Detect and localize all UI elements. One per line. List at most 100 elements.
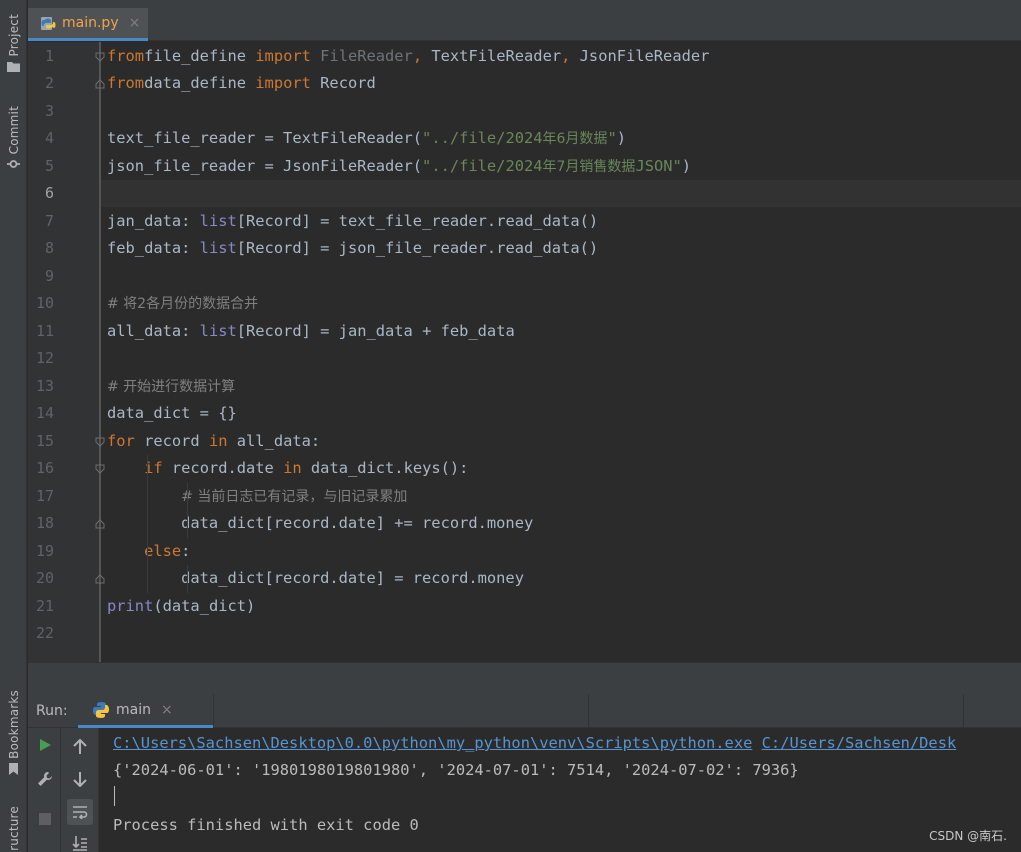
- code-token: JSON": [635, 156, 682, 175]
- code-token: in: [283, 459, 311, 477]
- structure-tool-label: ructure: [6, 806, 21, 851]
- line-number: 21: [35, 596, 54, 615]
- code-line[interactable]: for record in all_data:: [107, 428, 1021, 456]
- line-number: 2: [44, 74, 54, 92]
- code-token: jan_data:: [107, 211, 200, 230]
- code-token: FileReader: [320, 46, 413, 65]
- code-line[interactable]: data_dict = {}: [107, 400, 1021, 428]
- indent-guide: [147, 455, 148, 593]
- line-number: 5: [44, 156, 54, 175]
- python-file-icon: [41, 17, 56, 30]
- python-icon: [93, 701, 109, 718]
- code-token: feb_data:: [107, 239, 200, 257]
- close-icon[interactable]: ×: [161, 702, 173, 718]
- code-line[interactable]: data_dict[record.date] = record.money: [107, 565, 1021, 593]
- run-console[interactable]: C:\Users\Sachsen\Desktop\0.0\python\my_p…: [100, 728, 1021, 852]
- code-token: data_dict[record.date] = record.money: [107, 569, 524, 587]
- project-tool-tab[interactable]: Project: [0, 14, 27, 73]
- code-editor[interactable]: 1 2 3 4 5 6 7 8 9 10 11 12 13 14 15 16 17 18 19 20 21 22 from…: [28, 42, 1021, 662]
- code-token: list: [199, 211, 237, 230]
- arrow-up-icon: [73, 739, 87, 754]
- scroll-to-end-icon: [72, 836, 87, 851]
- code-line[interactable]: text_file_reader = TextFileReader("../fi…: [107, 125, 1021, 154]
- code-token: :: [181, 541, 191, 560]
- fold-marker-icon[interactable]: [95, 52, 105, 62]
- line-number: 18: [35, 514, 54, 532]
- code-token: (data_dict): [153, 596, 256, 615]
- code-line[interactable]: json_file_reader = JsonFileReader("../fi…: [107, 153, 1021, 182]
- folder-icon: [7, 62, 20, 73]
- commit-tool-tab[interactable]: Commit: [0, 106, 27, 170]
- code-line[interactable]: feb_data: list[Record] = json_file_reade…: [107, 235, 1021, 263]
- fold-column: [100, 42, 101, 662]
- code-line[interactable]: data_dict[record.date] += record.money: [107, 510, 1021, 538]
- stop-button[interactable]: [32, 806, 58, 832]
- run-tab-main[interactable]: main ×: [78, 694, 213, 728]
- code-token: # 当前日志已有记录，与旧记录累加: [181, 488, 408, 505]
- code-token: JsonFileReader: [579, 46, 710, 65]
- soft-wrap-icon: [73, 806, 88, 819]
- rerun-button[interactable]: [32, 732, 58, 758]
- line-number: 17: [35, 486, 54, 505]
- line-number: 20: [35, 569, 54, 587]
- header-divider: [963, 694, 964, 728]
- line-number: 13: [35, 376, 54, 395]
- scroll-to-end-toggle[interactable]: [67, 830, 93, 852]
- bookmarks-tool-tab[interactable]: Bookmarks: [0, 690, 27, 775]
- editor-tab-bar: main.py ×: [28, 0, 1021, 41]
- run-panel-header: Run: main ×: [28, 694, 1021, 728]
- code-line[interactable]: all_data: list[Record] = jan_data + feb_…: [107, 318, 1021, 346]
- commit-icon: [7, 160, 20, 169]
- console-exit-line: Process finished with exit code 0: [113, 816, 419, 834]
- scroll-down-button[interactable]: [67, 766, 93, 792]
- line-number: 15: [35, 431, 54, 450]
- panel-splitter[interactable]: [28, 662, 1021, 694]
- indent-guide: [187, 565, 188, 593]
- structure-tool-tab[interactable]: ructure: [0, 806, 27, 851]
- fold-marker-icon[interactable]: [95, 437, 105, 447]
- code-line[interactable]: # 将2各月份的数据合并: [107, 290, 1021, 319]
- code-token: 年6月数据: [542, 131, 608, 147]
- code-token: TextFileReader: [431, 46, 562, 65]
- header-divider: [213, 694, 214, 728]
- soft-wrap-toggle[interactable]: [67, 799, 93, 825]
- code-line[interactable]: if record.date in data_dict.keys():: [107, 455, 1021, 483]
- code-line[interactable]: fromfile_define import FileReader, TextF…: [107, 43, 1021, 71]
- code-token: if: [144, 459, 172, 477]
- code-token: list: [199, 321, 237, 340]
- code-line[interactable]: # 开始进行数据计算: [107, 373, 1021, 402]
- line-number: 22: [35, 624, 54, 642]
- console-caret: [114, 786, 115, 806]
- scroll-up-button[interactable]: [67, 734, 93, 760]
- run-tab-label: main: [116, 701, 151, 718]
- left-tool-strip: Project Commit Bookmarks ructure: [0, 0, 27, 852]
- python-exe-link[interactable]: C:\Users\Sachsen\Desktop\0.0\python\my_p…: [113, 734, 752, 752]
- code-token: record.date: [171, 459, 284, 477]
- code-token: else: [144, 541, 182, 560]
- code-line[interactable]: else:: [107, 538, 1021, 566]
- tab-main-py[interactable]: main.py ×: [28, 8, 148, 41]
- code-token: Record: [320, 74, 376, 92]
- run-toolbar-right: [61, 728, 99, 852]
- fold-marker-icon[interactable]: [95, 519, 105, 529]
- code-line[interactable]: # 当前日志已有记录，与旧记录累加: [107, 483, 1021, 512]
- code-token: # 开始进行数据计算: [107, 378, 236, 395]
- code-token: data_dict = {}: [107, 404, 237, 422]
- fold-marker-icon[interactable]: [95, 464, 105, 474]
- fold-marker-icon[interactable]: [95, 574, 105, 584]
- code-token: data_dict.keys():: [310, 459, 469, 477]
- close-icon[interactable]: ×: [129, 15, 141, 31]
- line-number: 4: [44, 129, 54, 147]
- fold-marker-icon[interactable]: [95, 79, 105, 89]
- code-line[interactable]: jan_data: list[Record] = text_file_reade…: [107, 208, 1021, 236]
- run-toolbar-left: [28, 728, 61, 852]
- code-token: print: [107, 596, 154, 615]
- script-path-link[interactable]: C:/Users/Sachsen/Desk: [762, 734, 957, 752]
- code-line[interactable]: print(data_dict): [107, 593, 1021, 621]
- code-token: [Record] = json_file_reader.read_data(): [236, 239, 599, 257]
- code-token: import: [255, 74, 321, 92]
- indent-guide: [187, 482, 188, 538]
- modify-run-config-button[interactable]: [32, 766, 58, 792]
- code-line[interactable]: fromdata_define import Record: [107, 70, 1021, 98]
